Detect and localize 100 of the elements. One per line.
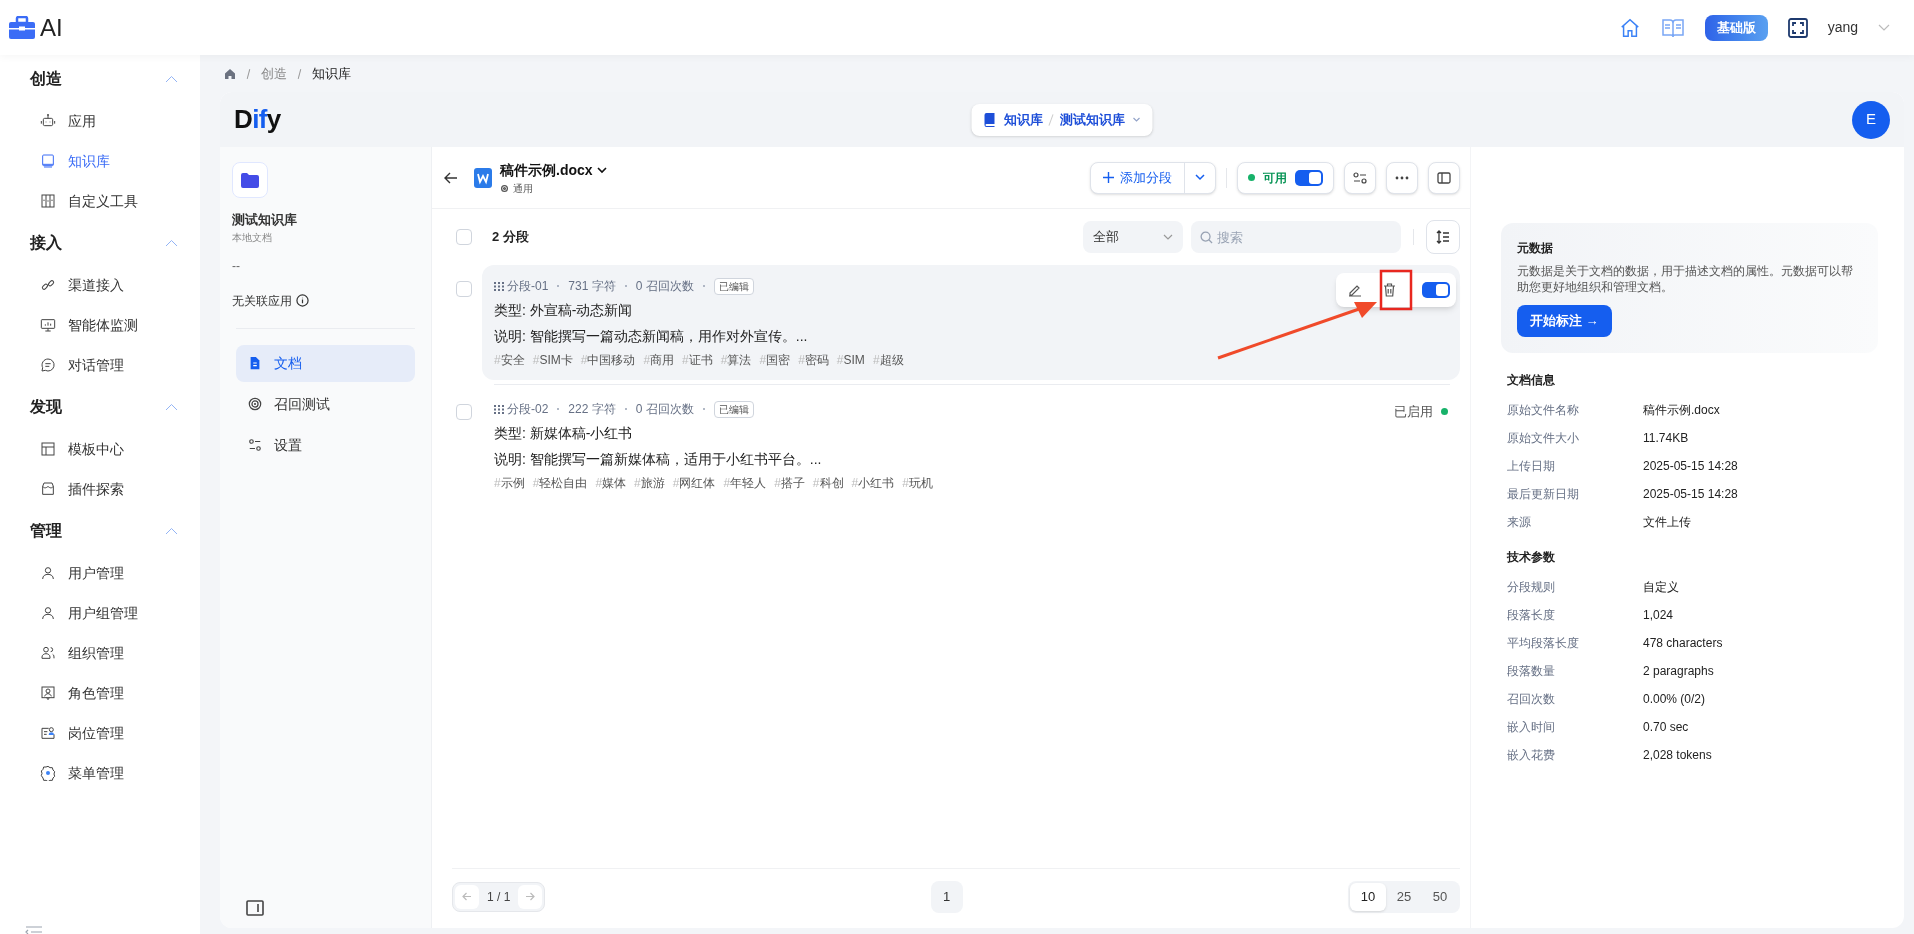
sidebar-item[interactable]: 自定义工具 [0, 181, 200, 221]
sidebar-item[interactable]: 渠道接入 [0, 265, 200, 305]
segment-tag[interactable]: #超级 [872, 351, 904, 369]
dataset-nav-item[interactable]: 设置 [236, 426, 415, 464]
info-value: 自定义 [1643, 579, 1679, 596]
segment-tag[interactable]: #科创 [812, 474, 844, 492]
sidebar-item[interactable]: 用户组管理 [0, 593, 200, 633]
info-label: 最后更新日期 [1507, 486, 1580, 503]
filter-select[interactable]: 全部 [1083, 221, 1183, 253]
book-icon [983, 112, 996, 127]
search-field[interactable]: 搜索 [1191, 221, 1401, 253]
fullscreen-icon[interactable] [1787, 17, 1808, 38]
segment-tag[interactable]: #轻松自由 [532, 474, 588, 492]
segment-checkbox[interactable] [456, 404, 472, 420]
pencil-icon [1348, 283, 1362, 297]
edited-badge: 已编辑 [713, 400, 754, 418]
sidebar-heading: 接入 [30, 233, 62, 253]
dataset-switcher[interactable]: 知识库 测试知识库 [971, 103, 1153, 136]
sidebar-item[interactable]: 用户管理 [0, 553, 200, 593]
segment-tag[interactable]: #年轻人 [723, 474, 767, 492]
chevron-down-icon[interactable] [596, 166, 607, 174]
dataset-name: 测试知识库 [232, 211, 298, 229]
segment-tag[interactable]: #国密 [759, 351, 791, 369]
sidebar-item[interactable]: 菜单管理 [0, 753, 200, 793]
status-label: 可用 [1263, 169, 1287, 187]
sidebar-item[interactable]: 应用 [0, 101, 200, 141]
link-icon [40, 277, 56, 293]
segment-tag[interactable]: #证书 [682, 351, 713, 369]
segment-tag[interactable]: #商用 [643, 351, 675, 369]
segment-tag[interactable]: #SIM卡 [532, 351, 573, 369]
document-mode: 通用 [513, 181, 533, 196]
sidebar-item[interactable]: 插件探索 [0, 469, 200, 509]
segment-id: 分段-01 [507, 278, 549, 295]
switcher-section[interactable]: 知识库 [1003, 109, 1043, 130]
switcher-dataset[interactable]: 测试知识库 [1059, 109, 1125, 130]
side-panel-button[interactable] [1428, 161, 1460, 194]
grid-icon [494, 281, 504, 291]
toolbox-icon [40, 193, 56, 209]
arrow-left-icon [462, 892, 472, 901]
document-name[interactable]: 稿件示例.docx [500, 159, 593, 181]
page-size-option[interactable]: 50 [1422, 882, 1458, 911]
chevron-up-icon[interactable] [165, 75, 178, 83]
start-tagging-button[interactable]: 开始标注 → [1517, 305, 1612, 337]
home-icon[interactable] [224, 67, 236, 80]
segment-tag[interactable]: #网红体 [672, 474, 716, 492]
avatar[interactable]: E [1852, 100, 1890, 139]
home-icon[interactable] [1618, 16, 1641, 39]
dataset-nav-item[interactable]: 文档 [236, 344, 415, 382]
settings-button[interactable] [1344, 161, 1376, 194]
enable-toggle[interactable] [1295, 169, 1323, 186]
sidebar-item[interactable]: 知识库 [0, 141, 200, 181]
chevron-up-icon[interactable] [165, 527, 178, 535]
chevron-down-icon [1163, 234, 1173, 240]
segment-tag[interactable]: #媒体 [595, 474, 627, 492]
dataset-nav-item[interactable]: 召回测试 [236, 385, 415, 423]
briefcase-icon [8, 15, 36, 40]
sidebar-item[interactable]: 岗位管理 [0, 713, 200, 753]
sidebar-item[interactable]: 角色管理 [0, 673, 200, 713]
panel-toggle-icon[interactable] [246, 900, 264, 916]
collapse-sidebar-icon[interactable] [25, 926, 43, 934]
chevron-up-icon[interactable] [165, 239, 178, 247]
info-value: 稿件示例.docx [1643, 402, 1720, 419]
sidebar-item[interactable]: 对话管理 [0, 345, 200, 385]
segment-card[interactable]: 分段-01 731 字符 0 召回次数 已编辑 类型: 外宣稿-动态新闻 说明: 智能撰写一篇动态新闻稿，用作对外宣传。... #安全 #SIM卡 #中国移动 #商用 #证书 #算法 #国密 #密码 #SIM #超级 [482, 265, 1460, 380]
back-arrow-icon[interactable] [444, 171, 458, 184]
segment-checkbox[interactable] [456, 281, 472, 297]
sidebar-item[interactable]: 智能体监测 [0, 305, 200, 345]
page-size-option[interactable]: 25 [1386, 882, 1422, 911]
segment-tag[interactable]: #搭子 [774, 474, 805, 492]
chevron-up-icon[interactable] [165, 403, 178, 411]
segment-hits: 0 召回次数 [635, 278, 694, 295]
add-segment-button[interactable]: 添加分段 [1090, 161, 1216, 194]
segment-tag[interactable]: #密码 [798, 351, 829, 369]
page-number[interactable]: 1 [930, 880, 963, 913]
add-segment-label[interactable]: 添加分段 [1120, 167, 1172, 188]
book-icon [40, 153, 56, 169]
sort-button[interactable] [1426, 220, 1460, 254]
enable-toggle[interactable] [1422, 282, 1450, 298]
segment-tag[interactable]: #SIM [836, 351, 865, 369]
segment-tag[interactable]: #小红书 [851, 474, 895, 492]
segment-tag[interactable]: #旅游 [634, 474, 665, 492]
chat-icon [40, 357, 56, 373]
plan-badge[interactable]: 基础版 [1704, 14, 1768, 41]
sidebar-item[interactable]: 模板中心 [0, 429, 200, 469]
info-value: 2025-05-15 14:28 [1643, 458, 1738, 475]
segment-tag[interactable]: #中国移动 [580, 351, 636, 369]
sidebar-item[interactable]: 组织管理 [0, 633, 200, 673]
segment-tag[interactable]: #安全 [494, 351, 525, 369]
section-title: 文档信息 [1507, 372, 1556, 389]
document-icon [248, 356, 262, 370]
segment-tag[interactable]: #示例 [494, 474, 525, 492]
book-icon[interactable] [1660, 16, 1685, 39]
page-size-option[interactable]: 10 [1350, 882, 1386, 911]
segment-tag[interactable]: #玩机 [902, 474, 933, 492]
info-label: 召回次数 [1507, 691, 1556, 708]
info-icon[interactable] [296, 294, 309, 307]
user-name[interactable]: yang [1827, 17, 1858, 38]
select-all-checkbox[interactable] [456, 229, 472, 245]
segment-tag[interactable]: #算法 [720, 351, 752, 369]
sidebar-heading: 管理 [30, 521, 62, 541]
